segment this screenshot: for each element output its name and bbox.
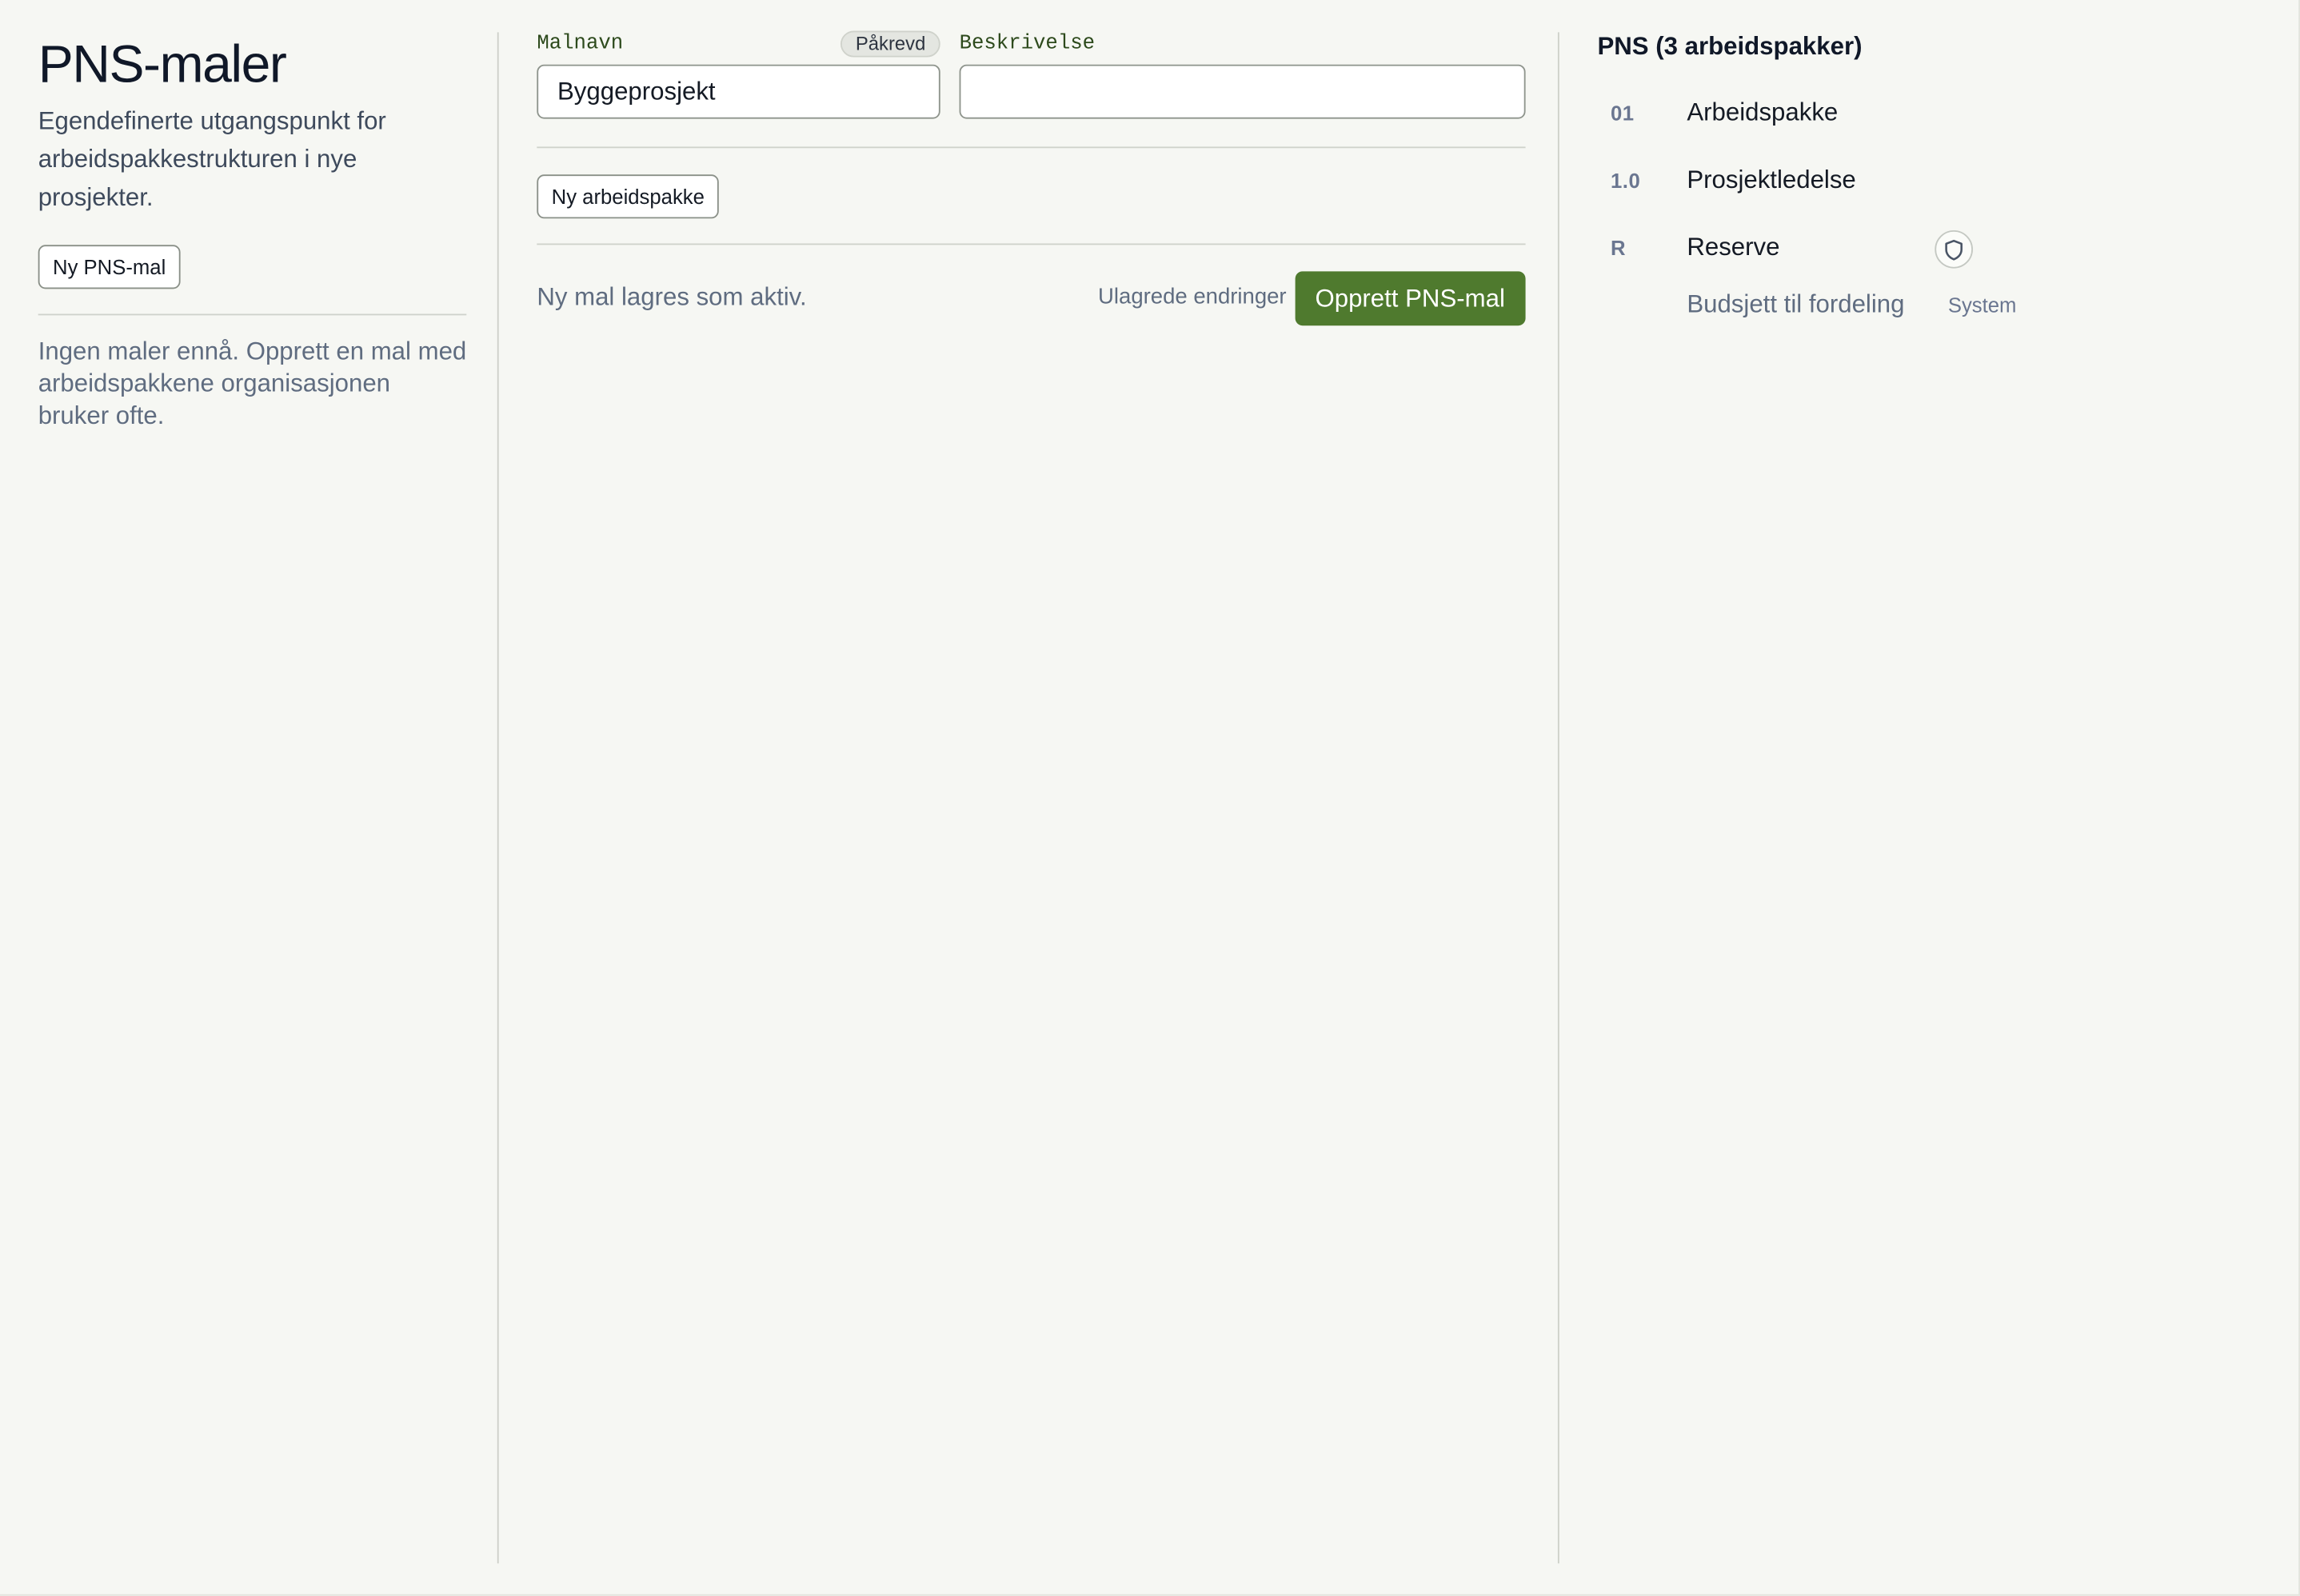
work-package-name: Arbeidspakke: [1687, 98, 1839, 126]
divider: [38, 313, 467, 316]
new-template-button[interactable]: Ny PNS-mal: [38, 245, 181, 289]
shield-icon: [1935, 229, 1973, 269]
work-package-row: 01 Arbeidspakke: [1597, 85, 2242, 152]
template-name-input[interactable]: [537, 64, 940, 119]
description-field: Beskrivelse: [959, 30, 1526, 119]
structure-preview: PNS (3 arbeidspakker) 01 Arbeidspakke 1.…: [1597, 32, 2242, 331]
work-package-name: Reserve: [1687, 233, 1780, 261]
form-fields: Malnavn Påkrevd Beskrivelse: [537, 30, 1526, 121]
description-input[interactable]: [959, 64, 1526, 119]
template-name-field: Malnavn Påkrevd: [537, 30, 940, 119]
screen: PNS-maler Egendefinerte utgangspunkt for…: [0, 0, 2300, 1596]
system-tag: System: [1947, 293, 2017, 317]
page-subtitle: Egendefinerte utgangspunkt for arbeidspa…: [38, 106, 386, 212]
status-text: Ny mal lagres som aktiv.: [537, 283, 807, 311]
form-footer: Ny mal lagres som aktiv. Ulagrede endrin…: [537, 245, 1526, 327]
work-package-list: 01 Arbeidspakke 1.0 Prosjektledelse R Re…: [1597, 85, 2242, 331]
unsaved-changes-indicator: Ulagrede endringer: [1098, 284, 1287, 310]
work-package-code: 1.0: [1610, 168, 1641, 193]
work-package-code: 01: [1610, 101, 1635, 125]
divider: [537, 146, 1526, 149]
structure-title: PNS (3 arbeidspakker): [1597, 32, 1863, 61]
new-work-package-button[interactable]: Ny arbeidspakke: [537, 174, 720, 219]
column-divider: [497, 32, 499, 1564]
work-package-name: Prosjektledelse: [1687, 166, 1856, 194]
create-template-button[interactable]: Opprett PNS-mal: [1294, 271, 1526, 326]
template-form: Malnavn Påkrevd Beskrivelse Ny arbeidspa…: [537, 30, 1526, 327]
page: PNS-maler Egendefinerte utgangspunkt for…: [0, 0, 2300, 1596]
required-badge: Påkrevd: [841, 30, 940, 58]
templates-sidebar: PNS-maler Egendefinerte utgangspunkt for…: [38, 32, 467, 433]
page-title: PNS-maler: [38, 34, 287, 94]
description-label: Beskrivelse: [959, 32, 1096, 56]
work-package-row: 1.0 Prosjektledelse: [1597, 153, 2242, 220]
work-package-row-reserve: R Reserve: [1597, 220, 2242, 287]
reserve-sub-row: Budsjett til fordeling System: [1597, 288, 2242, 332]
empty-state-message: Ingen maler ennå. Opprett en mal med arb…: [38, 337, 467, 430]
reserve-budget-label: Budsjett til fordeling: [1687, 290, 1905, 319]
column-divider: [1557, 32, 1559, 1564]
work-package-code: R: [1610, 236, 1627, 260]
